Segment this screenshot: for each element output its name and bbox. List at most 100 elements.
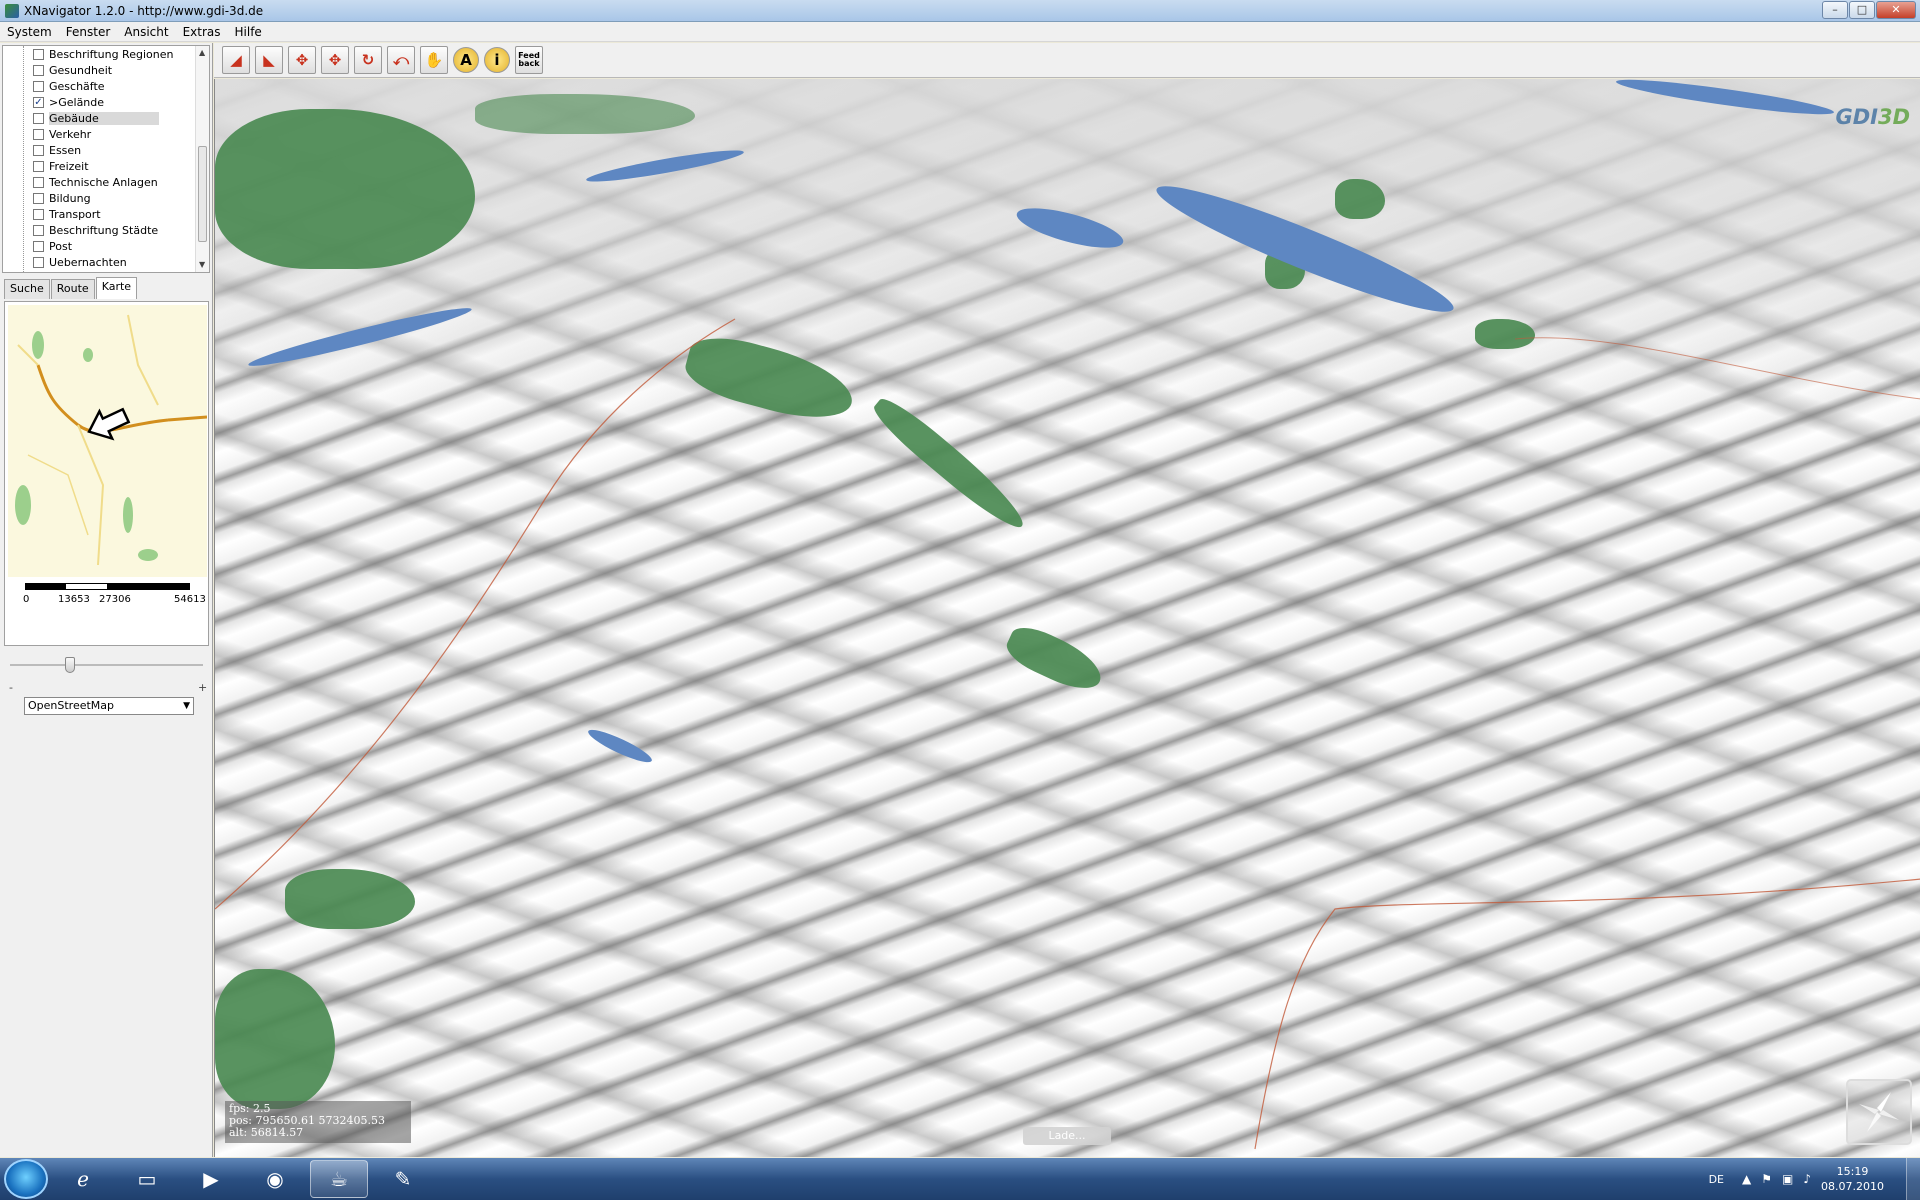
layer-label: Post [49, 239, 73, 253]
layer-checkbox[interactable] [33, 64, 44, 76]
tab-karte[interactable]: Karte [95, 277, 138, 299]
layer-checkbox[interactable] [33, 160, 44, 172]
clock[interactable]: 15:19 08.07.2010 [1821, 1164, 1884, 1194]
map-source-select[interactable]: OpenStreetMap ▼ [24, 697, 194, 715]
logo-3d: 3D [1877, 105, 1910, 129]
scroll-thumb[interactable] [198, 146, 207, 242]
layer-row[interactable]: Gebäude [3, 110, 209, 126]
labels-button[interactable]: A [453, 47, 479, 73]
move-horizontal-button[interactable]: ✥ [288, 46, 316, 74]
start-button[interactable] [4, 1159, 48, 1199]
scale-label-2: 27306 [99, 594, 131, 605]
overview-map-image[interactable] [8, 305, 207, 577]
maximize-button[interactable]: □ [1849, 1, 1875, 19]
panel-tabs: Suche Route Karte [4, 277, 138, 299]
taskbar-explorer-icon[interactable]: ▭ [118, 1160, 176, 1198]
tab-route[interactable]: Route [50, 279, 95, 299]
window-controls: – □ ✕ [1821, 1, 1916, 19]
feedback-button[interactable]: Feed back [515, 46, 543, 74]
layer-row[interactable]: Freizeit [3, 158, 209, 174]
pan-button[interactable]: ✋ [420, 46, 448, 74]
layer-checkbox[interactable] [33, 112, 44, 124]
volume-icon[interactable]: ♪ [1803, 1172, 1811, 1186]
layer-row[interactable]: Gesundheit [3, 62, 209, 78]
layer-checkbox[interactable] [33, 192, 44, 204]
move-vertical-button[interactable]: ✥ [321, 46, 349, 74]
overview-map[interactable]: 0 13653 27306 54613 [4, 301, 209, 646]
tray-expand-icon[interactable]: ▲ [1742, 1172, 1751, 1186]
scale-label-1: 13653 [58, 594, 90, 605]
scroll-up-icon[interactable]: ▲ [199, 48, 205, 57]
layer-row[interactable]: Uebernachten [3, 254, 209, 270]
layer-label: Gebäude [49, 111, 159, 125]
title-bar: XNavigator 1.2.0 - http://www.gdi-3d.de … [0, 0, 1920, 22]
taskbar-paint-icon[interactable]: ✎ [374, 1160, 432, 1198]
layer-row[interactable]: Essen [3, 142, 209, 158]
chevron-down-icon[interactable]: ▼ [183, 698, 190, 714]
layer-checkbox[interactable] [33, 80, 44, 92]
reset-view-button[interactable]: ⤺ [387, 46, 415, 74]
taskbar-java-icon[interactable]: ☕ [310, 1160, 368, 1198]
menu-hilfe[interactable]: Hilfe [228, 25, 269, 39]
close-button[interactable]: ✕ [1876, 1, 1916, 19]
zoom-slider-knob[interactable] [65, 657, 75, 673]
layer-label: >Gelände [49, 95, 105, 109]
scale-label-3: 54613 [174, 594, 206, 605]
taskbar-firefox-icon[interactable]: ◉ [246, 1160, 304, 1198]
zoom-slider[interactable] [10, 655, 203, 675]
3d-viewport[interactable]: GDI3D fps: 2.5 pos: 795650.61 5732405.53… [214, 79, 1920, 1157]
layer-row[interactable]: Bildung [3, 190, 209, 206]
layer-label: Geschäfte [49, 79, 105, 93]
info-button[interactable]: i [484, 47, 510, 73]
layer-row[interactable]: Beschriftung Städte [3, 222, 209, 238]
layer-checkbox[interactable] [33, 48, 44, 60]
network-icon[interactable]: ▣ [1782, 1172, 1793, 1186]
map-source-value: OpenStreetMap [28, 699, 115, 712]
overview-map-roads [15, 314, 207, 566]
layer-row[interactable]: Beschriftung Regionen [3, 46, 209, 62]
tilt-down-button[interactable]: ◢ [222, 46, 250, 74]
layer-checkbox[interactable] [33, 144, 44, 156]
rotate-button[interactable]: ↻ [354, 46, 382, 74]
layer-checkbox[interactable] [33, 128, 44, 140]
scroll-down-icon[interactable]: ▼ [199, 260, 205, 269]
taskbar-ie-icon[interactable]: ℯ [54, 1160, 112, 1198]
menu-system[interactable]: System [0, 25, 59, 39]
menu-extras[interactable]: Extras [176, 25, 228, 39]
layer-checkbox[interactable] [33, 176, 44, 188]
zoom-plus-label: + [198, 681, 208, 694]
tab-suche[interactable]: Suche [4, 279, 50, 299]
left-panel: Beschriftung Regionen Gesundheit Geschäfte… [0, 43, 213, 1157]
menu-ansicht[interactable]: Ansicht [117, 25, 175, 39]
move-horizontal-icon: ✥ [295, 51, 309, 69]
feedback-label: Feed back [518, 51, 540, 68]
gdi3d-logo: GDI3D [1835, 105, 1910, 129]
layer-label: Beschriftung Städte [49, 223, 159, 237]
minimize-button[interactable]: – [1822, 1, 1848, 19]
layer-tree-scrollbar[interactable]: ▲ ▼ [195, 46, 209, 272]
layer-checkbox[interactable]: ✓ [33, 96, 44, 108]
zoom-slider-track[interactable] [10, 664, 203, 666]
action-center-flag-icon[interactable]: ⚑ [1761, 1172, 1772, 1186]
layer-list: Beschriftung Regionen Gesundheit Geschäfte… [3, 46, 209, 270]
layer-checkbox[interactable] [33, 256, 44, 268]
show-desktop-button[interactable] [1906, 1158, 1920, 1200]
taskbar-media-player-icon[interactable]: ▶ [182, 1160, 240, 1198]
compass[interactable] [1846, 1079, 1912, 1145]
move-vertical-icon: ✥ [328, 51, 342, 69]
toolbar: ◢ ◣ ✥ ✥ ↻ ⤺ ✋ A i Feed back [214, 43, 1920, 78]
layer-label: Transport [49, 207, 101, 221]
layer-row[interactable]: Transport [3, 206, 209, 222]
clock-date: 08.07.2010 [1821, 1180, 1884, 1193]
language-indicator[interactable]: DE [1709, 1173, 1724, 1186]
tilt-up-button[interactable]: ◣ [255, 46, 283, 74]
layer-checkbox[interactable] [33, 224, 44, 236]
layer-row[interactable]: Post [3, 238, 209, 254]
layer-row[interactable]: Technische Anlagen [3, 174, 209, 190]
layer-checkbox[interactable] [33, 208, 44, 220]
layer-checkbox[interactable] [33, 240, 44, 252]
layer-row[interactable]: ✓ >Gelände [3, 94, 209, 110]
layer-row[interactable]: Verkehr [3, 126, 209, 142]
layer-row[interactable]: Geschäfte [3, 78, 209, 94]
menu-fenster[interactable]: Fenster [59, 25, 118, 39]
